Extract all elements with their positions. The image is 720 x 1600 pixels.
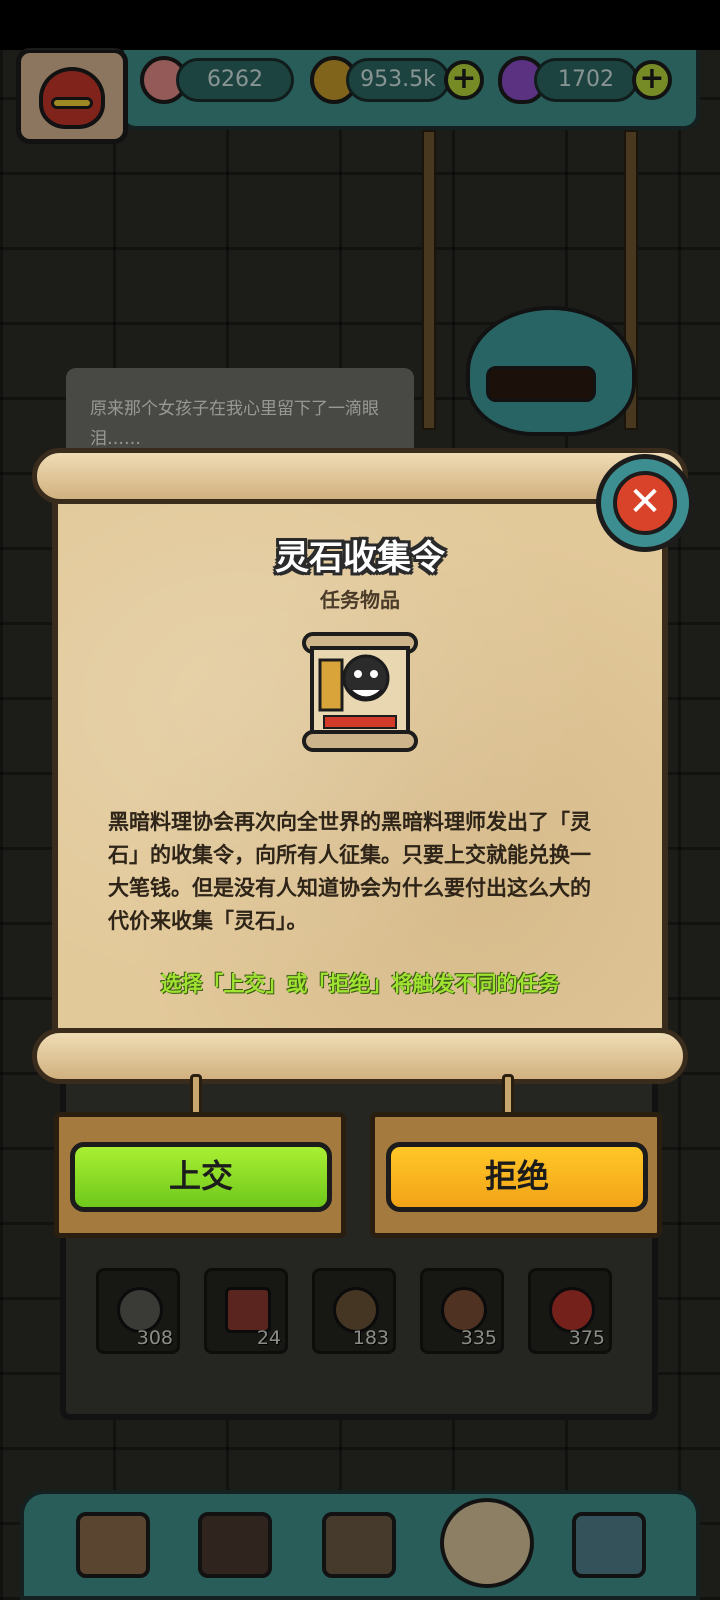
wanted-scroll-icon <box>302 632 418 752</box>
dialog-subtitle: 任务物品 <box>320 588 400 612</box>
submit-button[interactable]: 上交 <box>70 1142 332 1212</box>
dialog-hint: 选择「上交」或「拒绝」将触发不同的任务 <box>160 972 560 996</box>
status-bar <box>0 0 720 50</box>
reject-button[interactable]: 拒绝 <box>386 1142 648 1212</box>
dialog-description: 黑暗料理协会再次向全世界的黑暗料理师发出了「灵石」的收集令，向所有人征集。只要上… <box>108 810 591 933</box>
close-icon: ✕ <box>613 471 677 535</box>
scroll-roll-bottom <box>32 1028 688 1084</box>
scroll-roll-top <box>32 448 688 504</box>
dialog-title: 灵石收集令 <box>275 538 445 578</box>
